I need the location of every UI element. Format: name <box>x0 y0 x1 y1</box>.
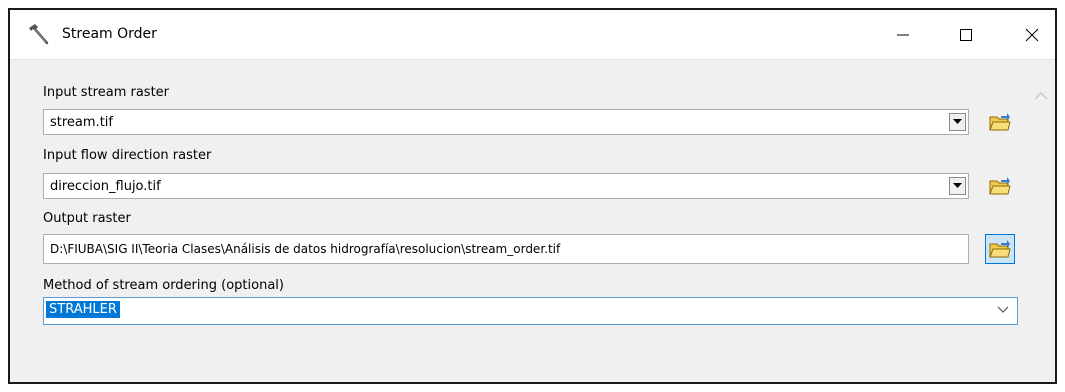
output-raster-value: D:\FIUBA\SIG II\Teoria Clases\Análisis d… <box>50 242 561 256</box>
maximize-button[interactable] <box>943 10 989 60</box>
scroll-up-icon[interactable] <box>1034 91 1048 101</box>
title-bar: Stream Order <box>10 10 1055 60</box>
input-stream-raster-combo[interactable]: stream.tif <box>43 109 969 135</box>
output-raster-field[interactable]: D:\FIUBA\SIG II\Teoria Clases\Análisis d… <box>43 234 969 264</box>
folder-icon <box>989 240 1011 258</box>
tool-dialog: Stream Order Input stream raster stream.… <box>8 8 1057 384</box>
method-select[interactable]: STRAHLER <box>43 297 1018 325</box>
chevron-down-icon <box>953 183 962 188</box>
input-stream-raster-label: Input stream raster <box>43 85 170 100</box>
hammer-icon <box>29 24 49 45</box>
folder-icon <box>989 177 1011 195</box>
dropdown-button[interactable] <box>949 177 966 195</box>
dropdown-button[interactable] <box>949 113 966 131</box>
input-flow-direction-combo[interactable]: direccion_flujo.tif <box>43 173 969 199</box>
input-flow-direction-label: Input flow direction raster <box>43 148 212 163</box>
folder-icon <box>989 113 1011 131</box>
browse-flow-direction-button[interactable] <box>985 171 1015 201</box>
chevron-down-icon <box>953 119 962 124</box>
browse-output-raster-button[interactable] <box>985 234 1015 264</box>
maximize-icon <box>960 29 972 41</box>
input-flow-direction-value: direccion_flujo.tif <box>50 179 161 194</box>
close-button[interactable] <box>1009 10 1055 60</box>
method-value: STRAHLER <box>46 301 120 318</box>
window-title: Stream Order <box>62 26 157 42</box>
minimize-icon <box>897 34 909 36</box>
chevron-down-icon <box>997 306 1009 313</box>
close-icon <box>1025 28 1039 42</box>
method-label: Method of stream ordering (optional) <box>43 278 284 293</box>
output-raster-label: Output raster <box>43 211 131 226</box>
form-panel: Input stream raster stream.tif Input flo… <box>10 61 1055 382</box>
browse-input-stream-button[interactable] <box>985 107 1015 137</box>
input-stream-raster-value: stream.tif <box>50 115 113 130</box>
minimize-button[interactable] <box>880 10 926 60</box>
